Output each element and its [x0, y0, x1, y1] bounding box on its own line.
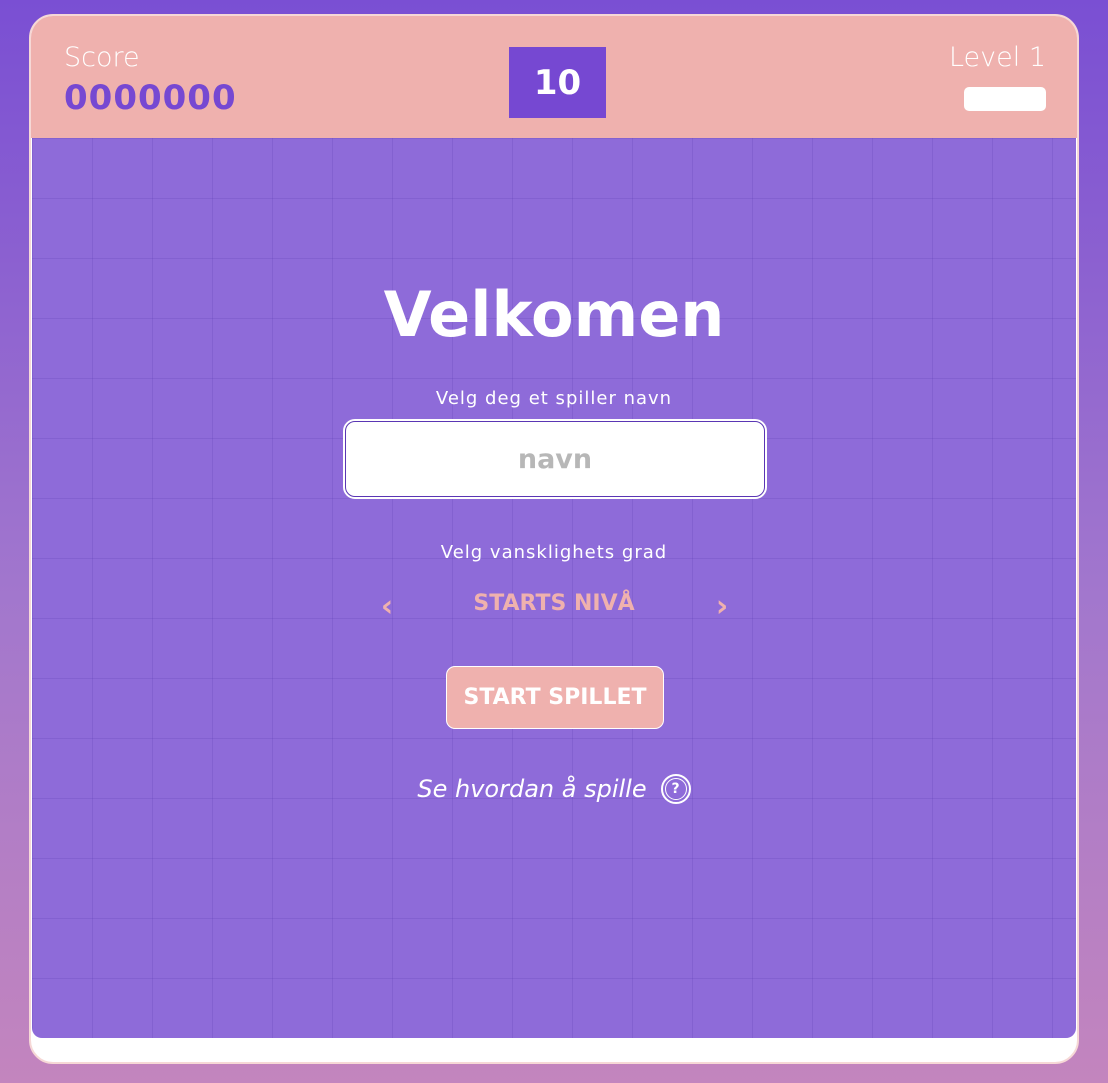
timer-display: 10 [509, 47, 606, 118]
how-to-play-link[interactable]: Se hvordan å spille ? [32, 774, 1076, 804]
score-value: 0000000 [64, 78, 237, 118]
help-icon[interactable]: ? [660, 774, 691, 804]
game-frame: Score 0000000 10 Level 1 Velkomen Velg d… [29, 14, 1079, 1064]
start-game-button[interactable]: START SPILLET [446, 666, 664, 729]
difficulty-value: STARTS NIVÅ [473, 591, 635, 616]
game-header: Score 0000000 10 Level 1 [31, 16, 1077, 138]
score-label: Score [64, 42, 140, 73]
help-icon-glyph: ? [671, 781, 680, 797]
level-label: Level 1 [948, 42, 1046, 73]
welcome-title: Velkomen [383, 278, 725, 351]
difficulty-label: Velg vansklighets grad [440, 542, 668, 563]
chevron-right-icon[interactable]: › [707, 589, 737, 624]
game-board: Velkomen Velg deg et spiller navn Velg v… [32, 138, 1076, 1038]
level-progress-bar [964, 87, 1046, 111]
player-name-input[interactable] [343, 419, 767, 499]
how-to-play-text: Se hvordan å spille [417, 775, 647, 803]
player-name-label: Velg deg et spiller navn [435, 388, 673, 409]
